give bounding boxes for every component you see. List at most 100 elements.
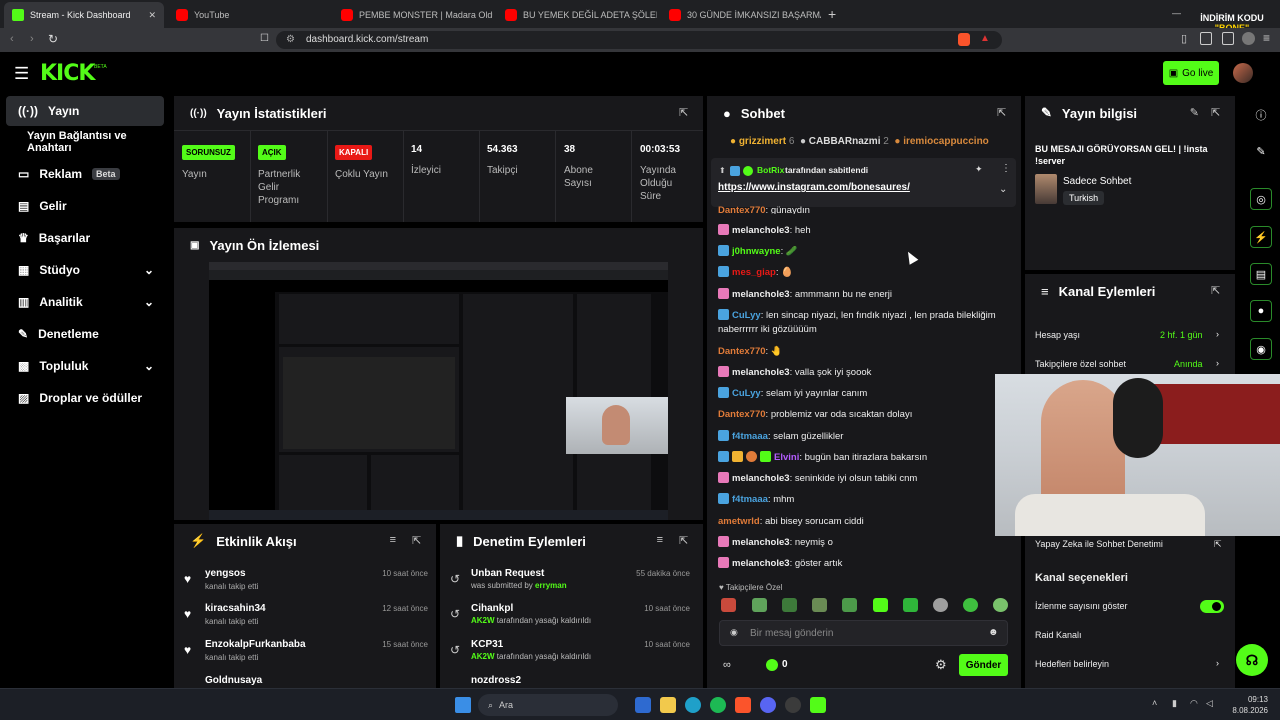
emote-icon[interactable]: [721, 598, 736, 612]
edge-icon[interactable]: [685, 697, 701, 713]
chat-username[interactable]: melancholе3: [732, 473, 790, 484]
leader-name[interactable]: CABBARnazmi: [809, 136, 881, 147]
chat-username[interactable]: melancholе3: [732, 537, 790, 548]
minimize-icon[interactable]: —: [1172, 8, 1181, 18]
sidebar-item-basarilar[interactable]: ♛ Başarılar: [6, 223, 164, 253]
sidebar-item-denetleme[interactable]: ✎ Denetleme: [6, 319, 164, 349]
volume-icon[interactable]: ◁: [1206, 698, 1213, 709]
pinned-by-user[interactable]: BotRix: [757, 165, 784, 175]
popout-icon[interactable]: ⇱: [412, 534, 424, 547]
info-icon[interactable]: ⓘ: [1250, 104, 1272, 126]
task-view-icon[interactable]: [635, 697, 651, 713]
tab-youtube[interactable]: YouTube: [168, 4, 328, 26]
popout-icon[interactable]: ⇱: [1211, 284, 1223, 297]
unpin-icon[interactable]: ✦: [975, 164, 983, 175]
edit-icon[interactable]: ✎: [1190, 106, 1199, 119]
sidebar-item-yayin[interactable]: ((·)) Yayın: [6, 96, 164, 126]
emote-icon[interactable]: [903, 598, 918, 612]
url-field[interactable]: ⚙ dashboard.kick.com/stream: [276, 31, 1002, 49]
chat-input[interactable]: ◉ Bir mesaj gönderin ☻: [719, 620, 1008, 646]
follower-name[interactable]: Goldnusaya: [205, 675, 262, 686]
tab-pembe-monster[interactable]: PEMBE MONSTER | Madara Olduk #2: [333, 4, 493, 26]
discord-icon[interactable]: [760, 697, 776, 713]
setting-row-raid[interactable]: Raid Kanalı: [1035, 630, 1225, 640]
emote-icon[interactable]: [812, 598, 827, 612]
chat-username[interactable]: mes_giap: [732, 267, 776, 278]
emote-icon[interactable]: [993, 598, 1008, 612]
emote-icon[interactable]: [752, 598, 767, 612]
toggle-switch[interactable]: [1200, 600, 1224, 613]
chat-username[interactable]: Dantex770: [718, 205, 766, 214]
chat-username[interactable]: CuLyy: [732, 310, 761, 321]
clock[interactable]: 09:13 8.08.2026: [1228, 694, 1268, 716]
chat-username[interactable]: ametwrld: [718, 516, 760, 527]
lightning-icon[interactable]: ⚡: [1250, 226, 1272, 248]
sidebar-item-topluluk[interactable]: ▩ Topluluk ⌄: [6, 351, 164, 381]
chat-username[interactable]: Dantex770: [718, 409, 766, 420]
send-button[interactable]: Gönder: [959, 654, 1008, 676]
filter-icon[interactable]: ≡: [657, 534, 663, 546]
tray-chevron-icon[interactable]: ˄: [1152, 698, 1157, 708]
chat-username[interactable]: j0hnwayne: [732, 246, 781, 257]
microphone-icon[interactable]: ▮: [1172, 698, 1177, 709]
chat-username[interactable]: CuLyy: [732, 388, 761, 399]
camera-tool-icon[interactable]: ◎: [1250, 188, 1272, 210]
setting-row-followers-only[interactable]: Takipçilere özel sohbet Anında ›: [1035, 358, 1225, 369]
sidebar-item-stream-key[interactable]: Yayın Bağlantısı ve Anahtarı: [6, 127, 164, 157]
reload-icon[interactable]: ↻: [48, 32, 58, 46]
hamburger-icon[interactable]: ☰: [14, 64, 29, 84]
back-icon[interactable]: ‹: [10, 33, 14, 45]
emoji-icon[interactable]: ☻: [988, 627, 999, 638]
chat-username[interactable]: melancholе3: [732, 367, 790, 378]
spotify-icon[interactable]: [710, 697, 726, 713]
pencil-icon[interactable]: ✎: [1250, 140, 1272, 162]
mod-action-name[interactable]: KCP31: [471, 639, 503, 650]
menu-icon[interactable]: ≡: [1263, 31, 1270, 45]
new-tab-button[interactable]: +: [828, 6, 836, 22]
emote-icon[interactable]: [873, 598, 888, 612]
popout-icon[interactable]: ⇱: [679, 106, 691, 119]
chat-tool-icon[interactable]: ●: [1250, 300, 1272, 322]
category-name[interactable]: Sadece Sohbet: [1063, 176, 1131, 187]
document-icon[interactable]: ▤: [1250, 263, 1272, 285]
setting-row-show-viewers[interactable]: İzlenme sayısını göster: [1035, 600, 1225, 613]
leader-name[interactable]: iremiocappuccino: [903, 136, 989, 147]
emote-icon[interactable]: [782, 598, 797, 612]
sidebar-item-analitik[interactable]: ▥ Analitik ⌄: [6, 287, 164, 317]
emote-icon[interactable]: [933, 598, 948, 612]
sidebar-toggle-icon[interactable]: ▯: [1181, 32, 1187, 45]
obs-icon[interactable]: [785, 697, 801, 713]
chat-username[interactable]: f4tmaaa: [732, 431, 768, 442]
mod-action-name[interactable]: Cihankpl: [471, 603, 513, 614]
windows-start-icon[interactable]: [455, 697, 471, 713]
chat-username[interactable]: Elvini: [774, 452, 799, 463]
setting-row-goals[interactable]: Hedefleri belirleyin ›: [1035, 658, 1225, 669]
wallet-icon[interactable]: [1200, 32, 1212, 45]
kick-icon[interactable]: [810, 697, 826, 713]
follower-name[interactable]: yengsos: [205, 568, 246, 579]
chat-username[interactable]: melancholе3: [732, 289, 790, 300]
sidebar-item-reklam[interactable]: ▭ Reklam Beta: [6, 159, 164, 189]
tab-yemek[interactable]: BU YEMEK DEĞİL ADETA ŞÖLEN! ELR...: [497, 4, 657, 26]
follower-name[interactable]: kiracsahin34: [205, 603, 266, 614]
avatar[interactable]: [1233, 63, 1253, 83]
chevron-down-icon[interactable]: ⌄: [999, 184, 1007, 195]
emote-icon[interactable]: [963, 598, 978, 612]
bookmark-icon[interactable]: ☐: [260, 33, 269, 44]
leader-name[interactable]: grizzimert: [739, 136, 786, 147]
sidebar-item-droplar[interactable]: ▨ Droplar ve ödüller: [6, 383, 164, 413]
taskbar-search[interactable]: ⌕ Ara: [478, 694, 618, 716]
settings-icon[interactable]: ⚙: [935, 657, 947, 673]
wifi-icon[interactable]: ◠: [1190, 698, 1198, 709]
brave-icon[interactable]: [735, 697, 751, 713]
infinity-icon[interactable]: ∞: [723, 659, 731, 671]
popout-icon[interactable]: ⇱: [679, 534, 691, 547]
sidebar-item-gelir[interactable]: ▤ Gelir: [6, 191, 164, 221]
chat-username[interactable]: melancholе3: [732, 225, 790, 236]
site-info-icon[interactable]: ⚙: [286, 31, 295, 49]
tab-30-gunde[interactable]: 30 GÜNDE İMKANSIZI BAŞARMAK! |: [661, 4, 821, 26]
popout-icon[interactable]: ⇱: [997, 106, 1009, 119]
go-live-button[interactable]: ▣ Go live: [1163, 61, 1219, 85]
forward-icon[interactable]: ›: [30, 33, 34, 45]
mod-user[interactable]: erryman: [535, 581, 567, 590]
